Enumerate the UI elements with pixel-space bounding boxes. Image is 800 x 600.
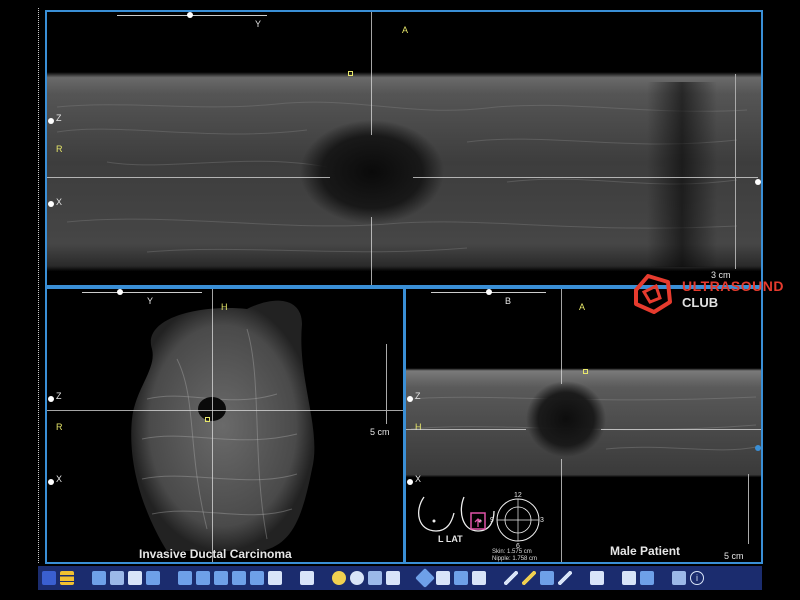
grid-2-icon[interactable] — [196, 571, 210, 585]
x-handle[interactable] — [407, 479, 413, 485]
depth-ruler — [748, 474, 749, 544]
crosshair-vertical-upper[interactable] — [561, 289, 562, 384]
plane-remove-icon[interactable] — [146, 571, 160, 585]
depth-scale-label: 5 cm — [370, 427, 390, 437]
dotted-guide-line — [38, 8, 40, 563]
left-margin — [0, 0, 38, 600]
skin-value: 1.575 cm — [507, 549, 532, 555]
clock-3: 3 — [540, 517, 544, 524]
reset-icon[interactable] — [436, 571, 450, 585]
grid-4-icon[interactable] — [232, 571, 246, 585]
axis-label-b: B — [505, 296, 512, 306]
clock-12: 12 — [514, 492, 522, 499]
reference-marker[interactable] — [348, 71, 353, 76]
bottom-left-view-panel[interactable]: Y H Z R X 5 cm Invasive Ductal Carcinoma — [45, 287, 405, 564]
crosshair-horizontal-right[interactable] — [601, 429, 761, 430]
zoom-icon[interactable] — [350, 571, 364, 585]
info-icon[interactable]: i — [690, 571, 704, 585]
nipple-distance: Nipple: 1.758 cm — [492, 556, 537, 562]
top-ruler — [82, 292, 202, 293]
grid-5-icon[interactable] — [250, 571, 264, 585]
coronal-3d-image — [131, 300, 315, 551]
line-icon[interactable] — [522, 571, 536, 585]
ruler-handle[interactable] — [117, 289, 123, 295]
save-icon[interactable] — [590, 571, 604, 585]
print-icon[interactable] — [622, 571, 636, 585]
reference-marker[interactable] — [205, 417, 210, 422]
pen-icon[interactable] — [504, 571, 518, 585]
caliper-icon[interactable] — [540, 571, 554, 585]
export-icon[interactable] — [640, 571, 654, 585]
depth-scale-label: 5 cm — [724, 551, 744, 561]
axis-label-y: Y — [255, 19, 262, 29]
rotate-icon[interactable] — [415, 568, 435, 588]
axis-label-y: Y — [147, 296, 154, 306]
logo-text-line1: ULTRASOUND — [682, 278, 784, 294]
z-handle[interactable] — [407, 396, 413, 402]
center-icon[interactable] — [300, 571, 314, 585]
layout-side-icon[interactable] — [672, 571, 686, 585]
top-ultrasound-image — [47, 12, 761, 285]
layout-icon[interactable] — [42, 571, 56, 585]
crosshair-vertical-lower[interactable] — [371, 217, 372, 285]
x-handle[interactable] — [48, 201, 54, 207]
x-handle[interactable] — [48, 479, 54, 485]
grid-6-icon[interactable] — [268, 571, 282, 585]
axis-label-z: Z — [56, 391, 62, 401]
bottom-right-view-panel[interactable]: B A Z H X 5 cm L LAT 12 3 6 9 Skin: 1.57… — [404, 287, 763, 564]
clock-diagram: 12 3 6 9 — [489, 491, 547, 550]
annotate-icon[interactable] — [558, 571, 572, 585]
right-handle[interactable] — [755, 445, 761, 451]
axis-label-r: R — [56, 422, 63, 432]
render-icon[interactable] — [454, 571, 468, 585]
ruler-handle[interactable] — [187, 12, 193, 18]
axis-label-x: X — [56, 474, 63, 484]
skin-distance: Skin: 1.575 cm — [492, 549, 532, 555]
pan-icon[interactable] — [368, 571, 382, 585]
brightness-icon[interactable] — [332, 571, 346, 585]
crosshair-horizontal[interactable] — [47, 410, 403, 411]
slice-icon[interactable] — [110, 571, 124, 585]
axis-label-a: A — [579, 302, 586, 312]
nipple-value: 1.758 cm — [512, 556, 538, 562]
crosshair-horizontal-left[interactable] — [47, 177, 330, 178]
grid-1-icon[interactable] — [178, 571, 192, 585]
list-icon[interactable] — [60, 571, 74, 585]
side-label: L LAT — [438, 534, 463, 544]
z-handle[interactable] — [48, 118, 54, 124]
ultrasound-club-logo: ULTRASOUND CLUB — [628, 272, 798, 314]
axis-label-z: Z — [56, 113, 62, 123]
nipple-label: Nipple: — [492, 556, 511, 562]
image-caption: Male Patient — [610, 544, 681, 558]
image-caption: Invasive Ductal Carcinoma — [139, 547, 292, 561]
axis-label-z: Z — [415, 391, 421, 401]
clock-9: 9 — [490, 517, 494, 524]
logo-icon — [634, 274, 672, 314]
depth-ruler — [386, 344, 387, 424]
measure-icon[interactable] — [386, 571, 400, 585]
grid-3-icon[interactable] — [214, 571, 228, 585]
axis-label-r: R — [56, 144, 63, 154]
top-view-panel[interactable]: Y A Z R X 3 cm — [45, 10, 763, 287]
right-handle[interactable] — [755, 179, 761, 185]
cut-icon[interactable] — [472, 571, 486, 585]
logo-text-line2: CLUB — [682, 295, 719, 310]
z-handle[interactable] — [48, 396, 54, 402]
skin-label: Skin: — [492, 549, 506, 555]
axis-label-h: H — [221, 302, 228, 312]
plane-add-icon[interactable] — [128, 571, 142, 585]
crosshair-vertical[interactable] — [212, 289, 213, 562]
axis-label-x: X — [56, 197, 63, 207]
axis-label-h: H — [415, 422, 422, 432]
crosshair-horizontal-left[interactable] — [406, 429, 526, 430]
reference-marker[interactable] — [583, 369, 588, 374]
volume-icon[interactable] — [92, 571, 106, 585]
crosshair-horizontal-right[interactable] — [413, 177, 758, 178]
bottom-toolbar: i — [38, 566, 762, 590]
crosshair-vertical-upper[interactable] — [371, 12, 372, 135]
depth-ruler — [735, 74, 736, 269]
axis-label-x: X — [415, 474, 422, 484]
ruler-handle[interactable] — [486, 289, 492, 295]
axis-label-a: A — [402, 25, 409, 35]
